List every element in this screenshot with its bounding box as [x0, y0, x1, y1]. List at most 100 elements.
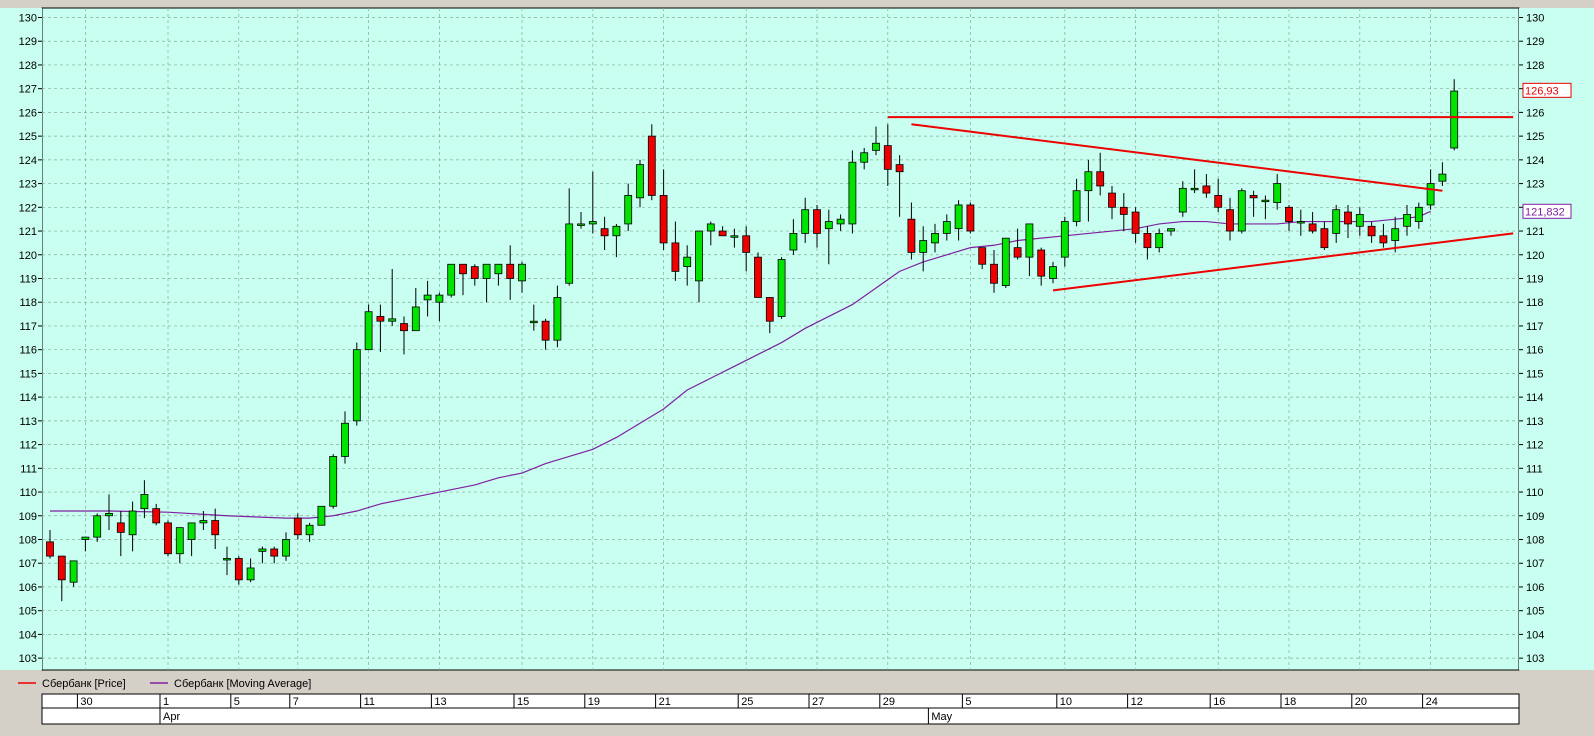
candle-body — [577, 223, 585, 226]
candle-body — [1037, 249, 1046, 277]
candle-body — [270, 548, 279, 557]
y-tick-label-right: 109 — [1526, 511, 1544, 523]
candle — [1237, 188, 1246, 234]
candle-body — [612, 225, 621, 237]
candle — [1001, 237, 1010, 288]
x-tick-label: 20 — [1355, 696, 1367, 708]
price-chart[interactable]: 103 103104 104105 105106 106107 107108 108109 1… — [0, 0, 1594, 736]
candle-body — [317, 505, 326, 526]
candle-body — [1379, 235, 1388, 244]
y-tick-label-right: 114 — [1526, 392, 1544, 404]
candle-body — [942, 221, 951, 234]
y-tick-label-left: 130 — [19, 12, 37, 24]
candle-body — [1296, 221, 1305, 224]
plot-area — [41, 7, 1520, 671]
y-tick-label-left: 114 — [19, 392, 37, 404]
candle-body — [1426, 183, 1435, 206]
candle-body — [1237, 190, 1246, 232]
candle-body — [813, 209, 821, 234]
candle-body — [352, 349, 361, 422]
candle-body — [1332, 209, 1341, 234]
candle-body — [895, 164, 904, 173]
y-tick-label-left: 128 — [19, 60, 37, 72]
candle-body — [46, 541, 54, 557]
candle-body — [388, 318, 397, 322]
x-tick-label: 10 — [1060, 696, 1072, 708]
x-tick-label: 5 — [234, 696, 240, 708]
candle — [777, 257, 786, 319]
y-tick-label-left: 123 — [19, 179, 37, 191]
y-tick-label-right: 103 — [1526, 653, 1544, 665]
candle-body — [400, 323, 408, 332]
candle — [447, 263, 456, 298]
y-tick-label-right: 107 — [1526, 558, 1544, 570]
candle-body — [187, 522, 196, 540]
candle — [364, 304, 373, 351]
x-tick-label: 30 — [80, 696, 92, 708]
candle-body — [1226, 209, 1234, 232]
candle-body — [1025, 223, 1034, 258]
candle-body — [659, 195, 668, 244]
candle-body — [742, 235, 751, 253]
y-tick-label-left: 110 — [19, 487, 37, 499]
x-tick-label: 1 — [163, 696, 169, 708]
y-tick-label-right: 117 — [1526, 321, 1544, 333]
y-tick-label-right: 115 — [1526, 368, 1544, 380]
ma-tag: 121,832 — [1525, 206, 1565, 218]
legend-price-label: Сбербанк [Price] — [42, 678, 126, 690]
candle-body — [152, 508, 161, 524]
candle-body — [1391, 228, 1400, 241]
y-tick-label-left: 119 — [19, 273, 37, 285]
candle-body — [647, 135, 656, 196]
x-tick-label: 7 — [293, 696, 299, 708]
y-tick-label-right: 105 — [1526, 606, 1544, 618]
y-tick-label-right: 121 — [1526, 226, 1544, 238]
candle-body — [329, 456, 338, 507]
candle-body — [1450, 90, 1459, 149]
candle-body — [1355, 214, 1364, 227]
candle-body — [824, 221, 833, 230]
candle-body — [683, 256, 692, 268]
y-tick-label-left: 105 — [19, 606, 37, 618]
candle-body — [541, 320, 550, 341]
y-tick-label-right: 104 — [1526, 629, 1544, 641]
x-tick-label: 19 — [588, 696, 600, 708]
candle-body — [1367, 225, 1376, 237]
candle-body — [1119, 206, 1128, 215]
y-tick-label-right: 128 — [1526, 60, 1544, 72]
y-tick-label-left: 117 — [19, 321, 37, 333]
candle-body — [695, 230, 703, 282]
y-tick-label-right: 119 — [1526, 273, 1544, 285]
candle-body — [470, 266, 479, 279]
y-tick-label-left: 103 — [19, 653, 37, 665]
candle-body — [1214, 195, 1223, 208]
candle-body — [954, 204, 963, 230]
candle-body — [600, 228, 609, 237]
candle-body — [164, 522, 172, 555]
candle-body — [1438, 173, 1447, 182]
candle-body — [966, 204, 975, 232]
candle-body — [234, 558, 243, 581]
candle-body — [1308, 223, 1317, 232]
y-tick-label-right: 110 — [1526, 487, 1544, 499]
candle-body — [223, 558, 231, 561]
candle-body — [482, 263, 491, 279]
candle-body — [565, 223, 574, 284]
y-tick-label-left: 116 — [19, 345, 37, 357]
candle-body — [1167, 228, 1175, 232]
candle-body — [848, 161, 857, 225]
y-tick-label-right: 108 — [1526, 534, 1544, 546]
candle-body — [1001, 237, 1010, 287]
candle-body — [1131, 211, 1140, 234]
x-tick-label: 13 — [434, 696, 446, 708]
candle — [966, 202, 975, 234]
candle-body — [1155, 233, 1164, 249]
y-tick-label-right: 120 — [1526, 250, 1544, 262]
candle-body — [1143, 233, 1152, 249]
candle-body — [931, 233, 939, 244]
x-axis-box — [41, 693, 1520, 725]
x-tick-label: 25 — [741, 696, 753, 708]
y-tick-label-left: 125 — [19, 131, 37, 143]
x-tick-label: 24 — [1426, 696, 1438, 708]
candle-body — [1344, 211, 1352, 225]
